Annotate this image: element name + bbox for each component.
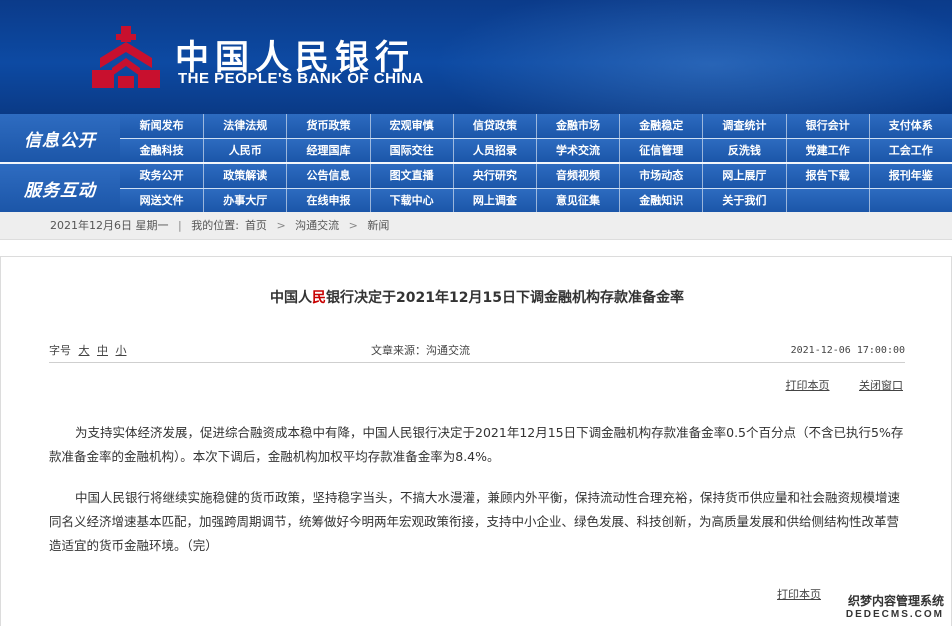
nav-item[interactable]: 宏观审慎 [369, 114, 453, 138]
nav-item[interactable]: 金融知识 [619, 189, 702, 213]
article-actions-bottom: 打印本页 [777, 586, 821, 602]
font-size-label: 字号 [49, 344, 71, 357]
print-page-link[interactable]: 打印本页 [786, 379, 830, 392]
nav-item[interactable]: 金融科技 [120, 139, 203, 163]
nav-item[interactable]: 征信管理 [619, 139, 702, 163]
font-size-large-link[interactable]: 大 [79, 344, 90, 357]
title-part: 银行决定于2021年12月15日下调金融机构存款准备金率 [326, 290, 684, 306]
nav-item[interactable]: 下载中心 [369, 189, 453, 213]
nav-item[interactable]: 报刊年鉴 [868, 164, 952, 188]
pboc-emblem-icon[interactable] [90, 24, 162, 92]
font-size-medium-link[interactable]: 中 [97, 344, 108, 357]
article-paragraph: 为支持实体经济发展，促进综合融资成本稳中有降，中国人民银行决定于2021年12月… [49, 425, 904, 464]
nav-item[interactable]: 市场动态 [619, 164, 702, 188]
watermark-line1: 织梦内容管理系统 [847, 594, 944, 608]
nav-group-rows: 政务公开 政策解读 公告信息 图文直播 央行研究 音频视频 市场动态 网上展厅 … [120, 164, 952, 213]
header-decoration [432, 0, 952, 114]
article-title: 中国人民银行决定于2021年12月15日下调金融机构存款准备金率 [1, 287, 952, 307]
nav-item[interactable]: 货币政策 [286, 114, 369, 138]
article-datetime: 2021-12-06 17:00:00 [790, 345, 905, 356]
breadcrumb-news-link[interactable]: 新闻 [367, 219, 389, 232]
current-date: 2021年12月6日 星期一 [50, 219, 169, 232]
nav-item[interactable]: 网上展厅 [702, 164, 785, 188]
watermark-line2: DEDECMS.COM [845, 609, 944, 620]
nav-item[interactable]: 学术交流 [535, 139, 619, 163]
nav-item[interactable]: 金融市场 [535, 114, 619, 138]
nav-item[interactable]: 报告下载 [785, 164, 869, 188]
breadcrumb-separator: | [178, 219, 182, 232]
nav-group-title[interactable]: 服务互动 [0, 164, 120, 212]
nav-item[interactable]: 国际交往 [369, 139, 453, 163]
nav-row: 新闻发布 法律法规 货币政策 宏观审慎 信贷政策 金融市场 金融稳定 调查统计 … [120, 114, 952, 138]
nav-item[interactable]: 人员招录 [452, 139, 536, 163]
nav-group-rows: 新闻发布 法律法规 货币政策 宏观审慎 信贷政策 金融市场 金融稳定 调查统计 … [120, 114, 952, 163]
nav-item[interactable]: 政策解读 [203, 164, 286, 188]
article-actions: 打印本页 关闭窗口 [760, 377, 904, 393]
nav-item[interactable]: 支付体系 [868, 114, 952, 138]
nav-item[interactable]: 工会工作 [868, 139, 952, 163]
print-page-link-bottom[interactable]: 打印本页 [777, 588, 821, 601]
breadcrumb-chevron-icon: > [348, 219, 358, 232]
nav-item[interactable]: 经理国库 [286, 139, 369, 163]
nav-item[interactable]: 图文直播 [369, 164, 453, 188]
nav-item[interactable]: 意见征集 [535, 189, 619, 213]
title-part: 中国人 [270, 290, 313, 306]
logo-english-text[interactable]: THE PEOPLE'S BANK OF CHINA [178, 70, 424, 87]
breadcrumb-home-link[interactable]: 首页 [245, 219, 267, 232]
nav-item[interactable]: 央行研究 [452, 164, 536, 188]
site-header: 中国人民银行 THE PEOPLE'S BANK OF CHINA [0, 0, 952, 114]
nav-item-empty [785, 189, 869, 213]
nav-item[interactable]: 调查统计 [702, 114, 785, 138]
breadcrumb-chevron-icon: > [276, 219, 286, 232]
nav-item[interactable]: 信贷政策 [452, 114, 536, 138]
nav-group-title[interactable]: 信息公开 [0, 114, 120, 162]
dedecms-watermark: 织梦内容管理系统 DEDECMS.COM [846, 592, 944, 620]
nav-item[interactable]: 音频视频 [535, 164, 619, 188]
nav-item[interactable]: 银行会计 [785, 114, 869, 138]
nav-item[interactable]: 公告信息 [286, 164, 369, 188]
article-source: 文章来源：沟通交流 [371, 344, 470, 357]
breadcrumb: 2021年12月6日 星期一 | 我的位置: 首页 > 沟通交流 > 新闻 [0, 212, 952, 240]
article-paragraph: 中国人民银行将继续实施稳健的货币政策，坚持稳字当头，不搞大水漫灌，兼顾内外平衡，… [49, 490, 901, 553]
nav-item-empty [868, 189, 952, 213]
nav-item[interactable]: 办事大厅 [203, 189, 286, 213]
nav-item[interactable]: 新闻发布 [120, 114, 203, 138]
nav-item[interactable]: 人民币 [203, 139, 286, 163]
title-highlight: 民 [312, 290, 327, 306]
nav-row: 金融科技 人民币 经理国库 国际交往 人员招录 学术交流 征信管理 反洗钱 党建… [120, 138, 952, 163]
nav-item[interactable]: 在线申报 [286, 189, 369, 213]
location-label: 我的位置: [191, 219, 239, 232]
font-size-control: 字号 大 中 小 [49, 339, 127, 363]
nav-row: 网送文件 办事大厅 在线申报 下载中心 网上调查 意见征集 金融知识 关于我们 [120, 188, 952, 213]
nav-item[interactable]: 反洗钱 [702, 139, 785, 163]
article-meta: 字号 大 中 小 文章来源：沟通交流 2021-12-06 17:00:00 [49, 339, 905, 363]
nav-group-info: 信息公开 新闻发布 法律法规 货币政策 宏观审慎 信贷政策 金融市场 金融稳定 … [0, 114, 952, 163]
close-window-link[interactable]: 关闭窗口 [859, 379, 903, 392]
nav-item[interactable]: 法律法规 [203, 114, 286, 138]
nav-group-service: 服务互动 政务公开 政策解读 公告信息 图文直播 央行研究 音频视频 市场动态 … [0, 164, 952, 213]
nav-item[interactable]: 金融稳定 [619, 114, 702, 138]
nav-item[interactable]: 关于我们 [702, 189, 785, 213]
nav-item[interactable]: 网上调查 [452, 189, 536, 213]
nav-item[interactable]: 党建工作 [785, 139, 869, 163]
nav-item[interactable]: 网送文件 [120, 189, 203, 213]
main-navigation: 信息公开 新闻发布 法律法规 货币政策 宏观审慎 信贷政策 金融市场 金融稳定 … [0, 114, 952, 213]
font-size-small-link[interactable]: 小 [116, 344, 127, 357]
breadcrumb-comm-link[interactable]: 沟通交流 [295, 219, 339, 232]
article-container: 中国人民银行决定于2021年12月15日下调金融机构存款准备金率 字号 大 中 … [0, 256, 952, 626]
nav-item[interactable]: 政务公开 [120, 164, 203, 188]
nav-row: 政务公开 政策解读 公告信息 图文直播 央行研究 音频视频 市场动态 网上展厅 … [120, 164, 952, 188]
